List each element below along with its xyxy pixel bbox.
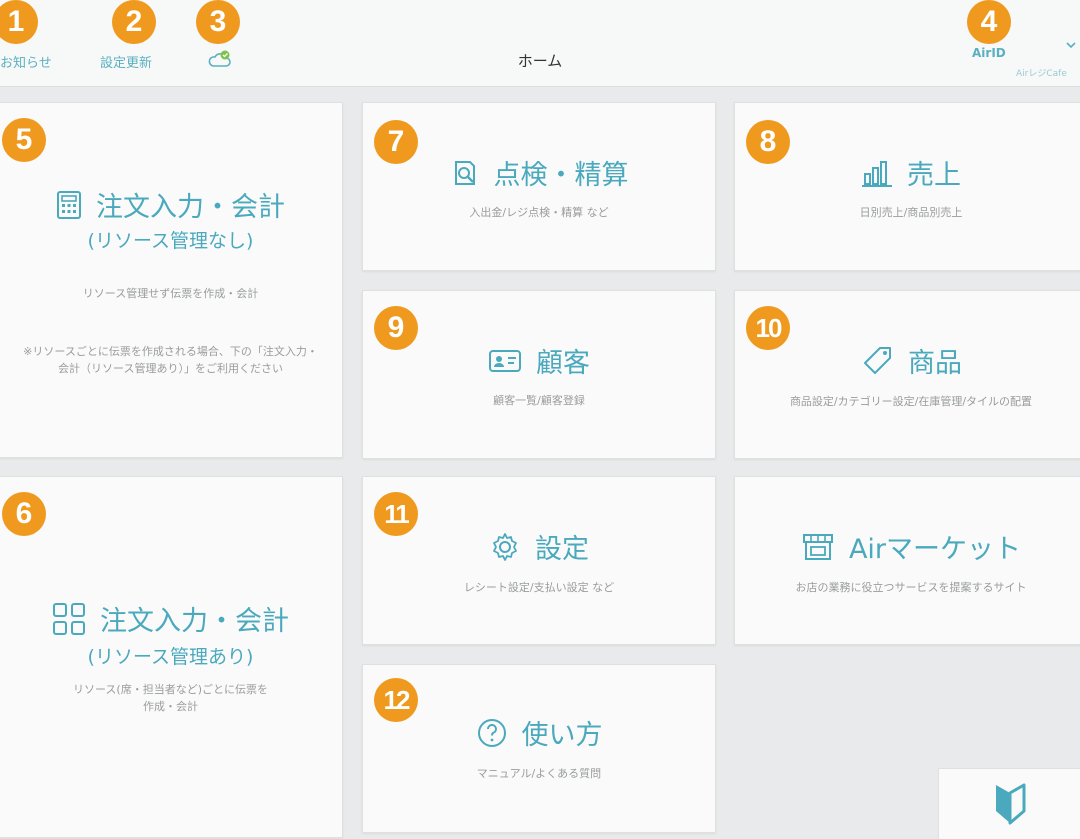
- callout-badge: 12: [374, 678, 418, 722]
- card-title: 設定: [535, 534, 589, 565]
- card-subtitle: (リソース管理なし): [87, 230, 254, 252]
- air-market-card[interactable]: Airマーケット お店の業務に役立つサービスを提案するサイト: [734, 476, 1080, 645]
- beginner-leaf-icon: [996, 783, 1026, 825]
- card-subtitle: (リソース管理あり): [87, 645, 254, 668]
- card-description: リソース管理せず伝票を作成・会計: [82, 287, 259, 300]
- card-title: 顧客: [536, 348, 590, 379]
- beginner-guide-tab[interactable]: [938, 768, 1080, 839]
- gear-icon: [493, 532, 517, 561]
- settings-card[interactable]: 設定 レシート設定/支払い設定 など: [362, 476, 716, 645]
- card-note: ※リソースごとに伝票を作成される場合、下の「注文入力・会計（リソース管理あり）」…: [23, 344, 318, 376]
- sales-card[interactable]: 売上 日別売上/商品別売上: [734, 102, 1080, 271]
- card-description: お店の業務に役立つサービスを提案するサイト: [795, 580, 1027, 594]
- callout-badge: 10: [746, 306, 790, 350]
- card-description: レシート設定/支払い設定 など: [463, 580, 615, 594]
- card-title: 使い方: [521, 720, 603, 751]
- chevron-down-icon[interactable]: [1066, 40, 1076, 50]
- card-title: 注文入力・会計: [100, 606, 289, 637]
- cloud-sync-icon[interactable]: [207, 46, 233, 76]
- notifications-button[interactable]: お知らせ: [0, 52, 52, 71]
- question-icon: [477, 718, 506, 747]
- card-title: 売上: [907, 160, 961, 191]
- top-bar: お知らせ 設定更新 ホーム AirID AirレジCafe: [0, 0, 1080, 87]
- order-entry-no-resource-card[interactable]: 注文入力・会計 (リソース管理なし) リソース管理せず伝票を作成・会計 ※リソー…: [0, 102, 343, 458]
- card-description: リソース(席・担当者など)ごとに伝票を作成・会計: [72, 682, 269, 714]
- card-title: 注文入力・会計: [96, 192, 285, 223]
- callout-badge: 3: [196, 0, 240, 44]
- order-entry-with-resource-card[interactable]: 注文入力・会計 (リソース管理あり) リソース(席・担当者など)ごとに伝票を作成…: [0, 476, 343, 838]
- card-description: 入出金/レジ点検・精算 など: [469, 206, 609, 219]
- calculator-icon: [57, 190, 81, 219]
- storefront-icon: [802, 533, 833, 560]
- airid-button[interactable]: AirID: [972, 46, 1006, 60]
- tag-icon: [864, 346, 891, 374]
- card-title: 商品: [908, 348, 962, 379]
- callout-badge: 9: [374, 306, 418, 350]
- card-title: 点検・精算: [493, 160, 629, 191]
- inspection-icon: [454, 160, 475, 185]
- card-title: Airマーケット: [848, 534, 1022, 565]
- bar-chart-icon: [862, 160, 892, 187]
- callout-badge: 11: [374, 492, 418, 536]
- card-description: 商品設定/カテゴリー設定/在庫管理/タイルの配置: [789, 394, 1033, 408]
- airid-app-label: AirレジCafe: [1016, 69, 1067, 79]
- card-description: 顧客一覧/顧客登録: [493, 394, 585, 407]
- callout-badge: 8: [746, 120, 790, 164]
- customers-card[interactable]: 顧客 顧客一覧/顧客登録: [362, 290, 716, 459]
- callout-badge: 6: [2, 492, 46, 536]
- grid-icon: [53, 602, 85, 635]
- card-description: マニュアル/よくある質問: [476, 766, 602, 780]
- card-description: 日別売上/商品別売上: [859, 206, 963, 219]
- callout-badge: 7: [374, 120, 418, 164]
- callout-badge: 2: [112, 0, 156, 44]
- page-title: ホーム: [517, 52, 563, 70]
- inspection-card[interactable]: 点検・精算 入出金/レジ点検・精算 など: [362, 102, 716, 271]
- settings-update-button[interactable]: 設定更新: [100, 52, 152, 71]
- customer-card-icon: [489, 349, 521, 372]
- callout-badge: 4: [967, 0, 1011, 44]
- callout-badge: 5: [2, 118, 46, 162]
